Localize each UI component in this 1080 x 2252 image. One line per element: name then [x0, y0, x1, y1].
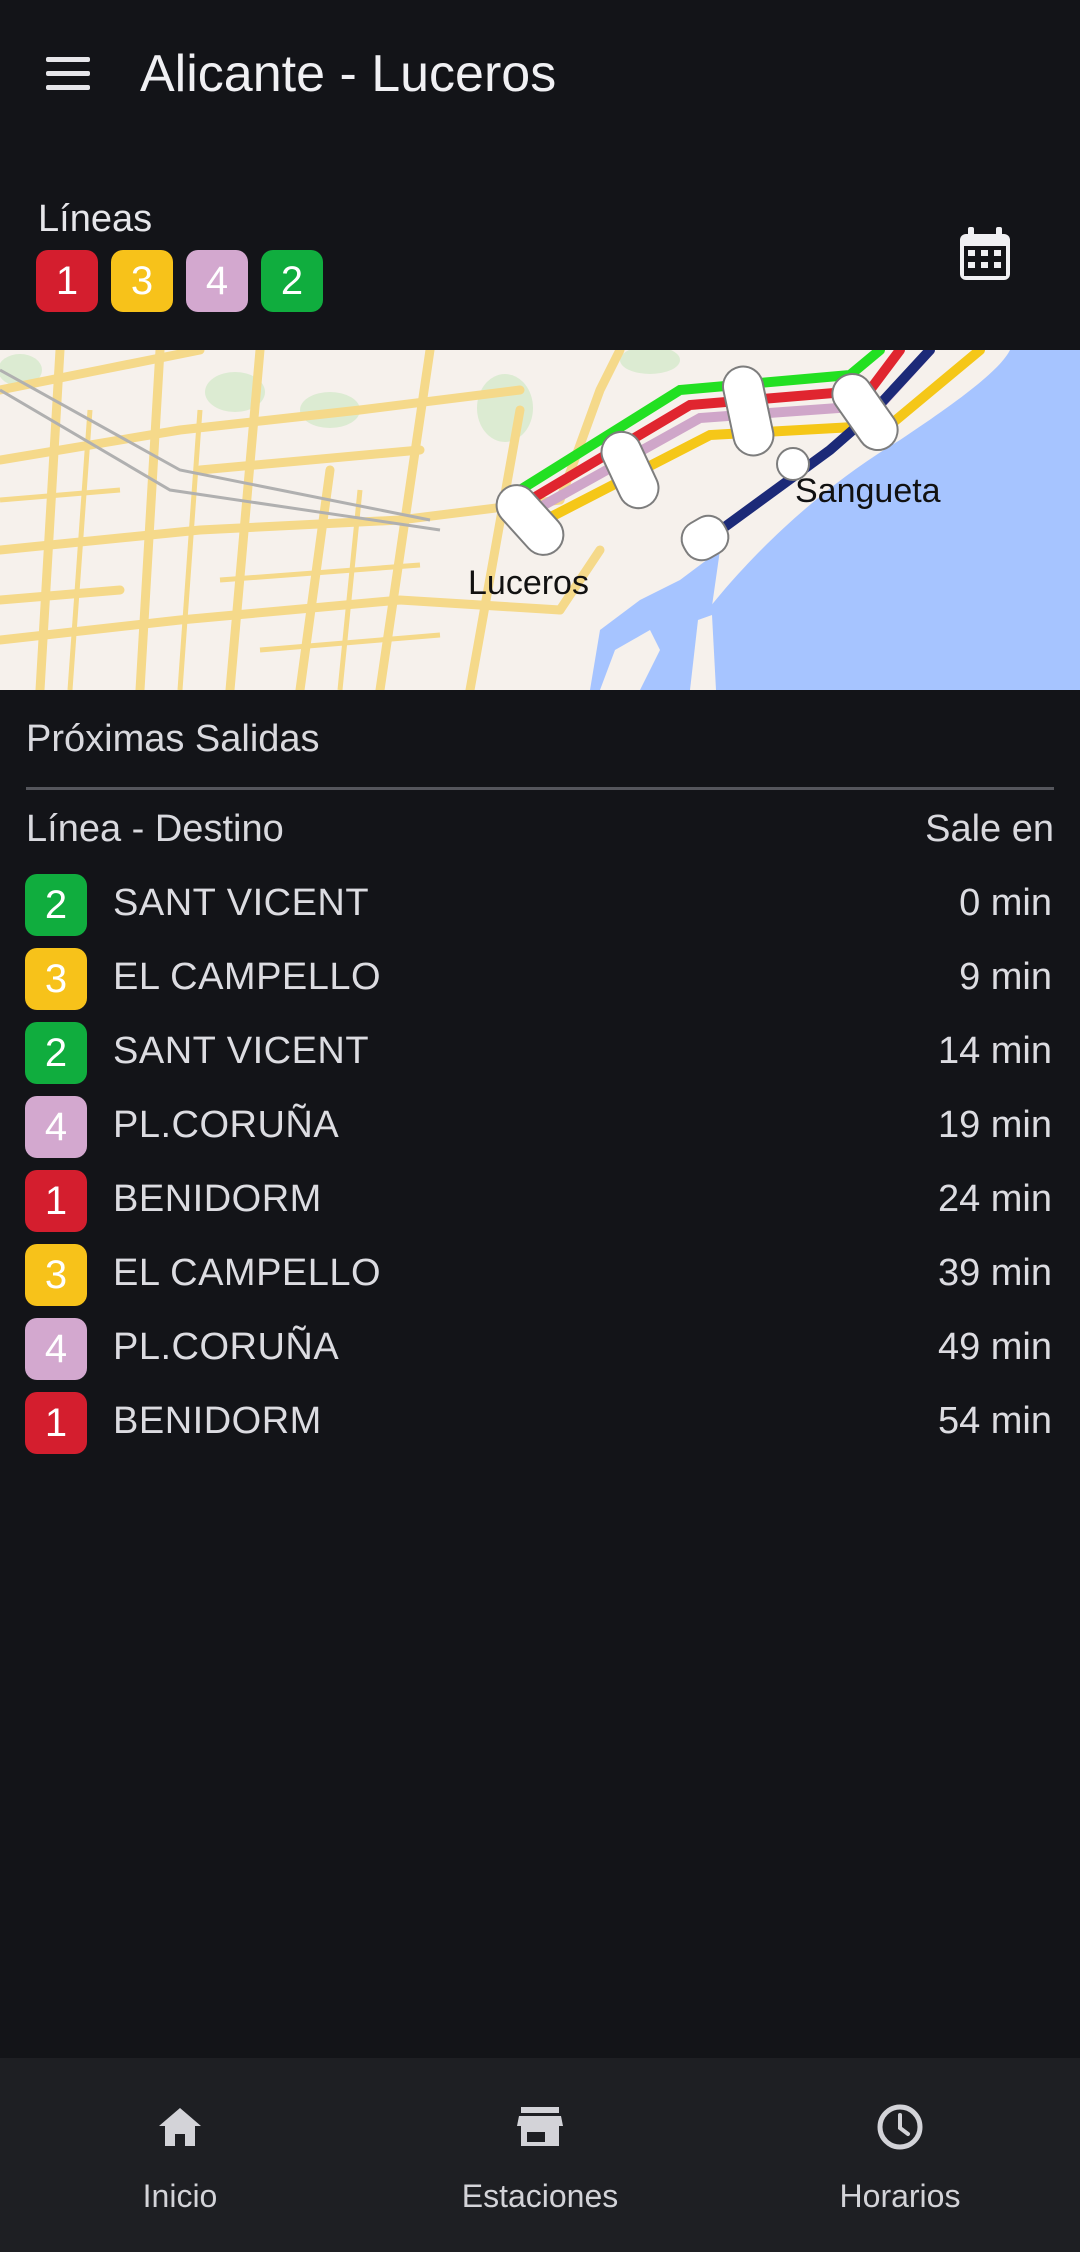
line-badge: 3 [25, 1244, 87, 1306]
departure-time: 54 min [937, 1400, 1052, 1442]
departure-time: 0 min [959, 882, 1052, 924]
line-badges: 1 3 4 2 [36, 250, 323, 312]
column-header-line: Línea - Destino [26, 808, 284, 850]
departure-time: 49 min [937, 1326, 1052, 1368]
nav-item-horarios[interactable]: Horarios [720, 2058, 1080, 2252]
line-badge-3[interactable]: 3 [111, 250, 173, 312]
departure-row[interactable]: 2 SANT VICENT 14 min [0, 1016, 1080, 1090]
bottom-nav: Inicio Estaciones Horarios [0, 2058, 1080, 2252]
nav-label: Inicio [142, 2178, 218, 2214]
lines-section: Líneas 1 3 4 2 [0, 180, 1080, 350]
line-badge: 1 [25, 1392, 87, 1454]
departure-time: 9 min [959, 956, 1052, 998]
store-icon [515, 2102, 565, 2152]
nav-item-inicio[interactable]: Inicio [0, 2058, 360, 2252]
menu-icon[interactable] [40, 48, 100, 98]
destination: EL CAMPELLO [113, 1252, 382, 1294]
nav-label: Horarios [839, 2178, 961, 2214]
line-badge-1[interactable]: 1 [36, 250, 98, 312]
departure-time: 19 min [937, 1104, 1052, 1146]
departure-row[interactable]: 1 BENIDORM 54 min [0, 1386, 1080, 1460]
column-header-time: Sale en [925, 808, 1054, 850]
lines-label: Líneas [38, 198, 153, 240]
destination: PL.CORUÑA [113, 1326, 340, 1368]
departures-title: Próximas Salidas [26, 718, 320, 760]
nav-item-estaciones[interactable]: Estaciones [360, 2058, 720, 2252]
clock-icon [875, 2102, 925, 2152]
map-label-sangueta: Sangueta [795, 472, 941, 510]
departure-row[interactable]: 4 PL.CORUÑA 19 min [0, 1090, 1080, 1164]
destination: SANT VICENT [113, 882, 370, 924]
line-badge-2[interactable]: 2 [261, 250, 323, 312]
destination: PL.CORUÑA [113, 1104, 340, 1146]
route-map[interactable]: Luceros Sangueta [0, 350, 1080, 690]
line-badge: 4 [25, 1096, 87, 1158]
map-label-luceros: Luceros [468, 564, 589, 602]
departure-time: 24 min [937, 1178, 1052, 1220]
departure-row[interactable]: 1 BENIDORM 24 min [0, 1164, 1080, 1238]
nav-label: Estaciones [461, 2178, 619, 2214]
destination: BENIDORM [113, 1400, 322, 1442]
destination: BENIDORM [113, 1178, 322, 1220]
line-badge-4[interactable]: 4 [186, 250, 248, 312]
calendar-icon[interactable] [950, 220, 1020, 290]
departure-time: 14 min [937, 1030, 1052, 1072]
app-bar: Alicante - Luceros [0, 0, 1080, 150]
departure-row[interactable]: 4 PL.CORUÑA 49 min [0, 1312, 1080, 1386]
departure-row[interactable]: 3 EL CAMPELLO 9 min [0, 942, 1080, 1016]
departure-row[interactable]: 2 SANT VICENT 0 min [0, 868, 1080, 942]
departure-row[interactable]: 3 EL CAMPELLO 39 min [0, 1238, 1080, 1312]
line-badge: 1 [25, 1170, 87, 1232]
divider [26, 787, 1054, 790]
departure-time: 39 min [937, 1252, 1052, 1294]
departures-list: 2 SANT VICENT 0 min 3 EL CAMPELLO 9 min … [0, 868, 1080, 1460]
page-title: Alicante - Luceros [140, 45, 557, 103]
line-badge: 2 [25, 1022, 87, 1084]
line-badge: 4 [25, 1318, 87, 1380]
line-badge: 2 [25, 874, 87, 936]
line-badge: 3 [25, 948, 87, 1010]
home-icon [155, 2102, 205, 2152]
destination: EL CAMPELLO [113, 956, 382, 998]
destination: SANT VICENT [113, 1030, 370, 1072]
